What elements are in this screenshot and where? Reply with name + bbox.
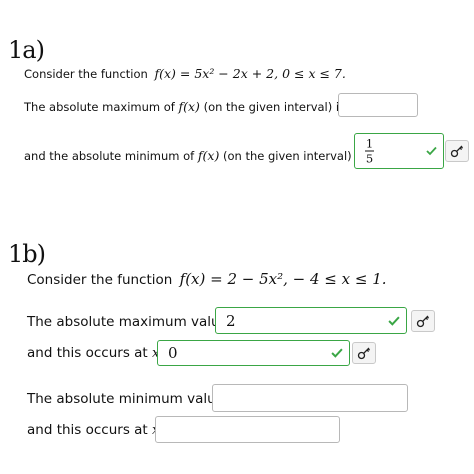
checkmark-icon	[388, 316, 400, 326]
part-a-function: f(x) = 5x² − 2x + 2, 0 ≤ x ≤ 7.	[154, 66, 346, 81]
key-icon	[357, 347, 371, 360]
part-a-min-prompt: and the absolute minimum of f(x) (on the…	[24, 148, 405, 163]
part-a-min-fraction: 1 5	[365, 138, 374, 165]
part-b-intro-text: Consider the function	[27, 272, 173, 288]
part-a-min-input[interactable]: 1 5	[354, 133, 444, 169]
part-b-max-occurs-value: 0	[168, 344, 178, 362]
fraction-numerator: 1	[365, 136, 374, 151]
part-b-max-value-key-button[interactable]	[411, 310, 435, 332]
part-b-min-occurs-prompt: and this occurs at x =	[27, 422, 174, 438]
part-a-max-input[interactable]	[338, 93, 418, 117]
part-a-min-prompt-start: and the absolute minimum of	[24, 149, 195, 163]
part-b-max-value-input[interactable]: 2	[215, 307, 407, 334]
part-a-intro: Consider the function f(x) = 5x² − 2x + …	[24, 66, 346, 81]
part-b-min-occurs-input[interactable]	[155, 416, 340, 443]
part-b-max-occurs-text: and this occurs at	[27, 345, 148, 361]
part-a-max-fx: f(x)	[178, 99, 200, 114]
part-a-max-prompt: The absolute maximum of f(x) (on the giv…	[24, 99, 385, 114]
part-b-function: f(x) = 2 − 5x², − 4 ≤ x ≤ 1.	[179, 270, 387, 288]
part-a-intro-text: Consider the function	[24, 67, 148, 81]
part-b-max-value-prompt: The absolute maximum value is	[27, 314, 243, 330]
key-icon	[450, 145, 464, 158]
part-b-min-occurs-text: and this occurs at	[27, 422, 148, 438]
part-b-max-occurs-prompt: and this occurs at x =	[27, 345, 174, 361]
part-b-min-value-prompt: The absolute minimum value is	[27, 391, 240, 407]
fraction-denominator: 5	[365, 151, 374, 166]
part-a-max-prompt-end: (on the given interval) is at	[203, 100, 361, 114]
part-a-min-key-button[interactable]	[445, 140, 469, 162]
key-icon	[416, 315, 430, 328]
part-a-min-fx: f(x)	[197, 148, 220, 163]
part-a-heading: 1a)	[8, 36, 45, 64]
checkmark-icon	[331, 348, 343, 358]
part-b-min-value-input[interactable]	[212, 384, 408, 412]
checkmark-icon	[426, 146, 437, 156]
part-b-intro: Consider the function f(x) = 2 − 5x², − …	[27, 270, 387, 288]
part-a-max-prompt-start: The absolute maximum of	[24, 100, 175, 114]
part-b-max-occurs-input[interactable]: 0	[157, 340, 350, 366]
part-b-max-value: 2	[226, 311, 236, 330]
part-b-heading: 1b)	[8, 240, 46, 268]
part-b-max-occurs-key-button[interactable]	[352, 342, 376, 364]
